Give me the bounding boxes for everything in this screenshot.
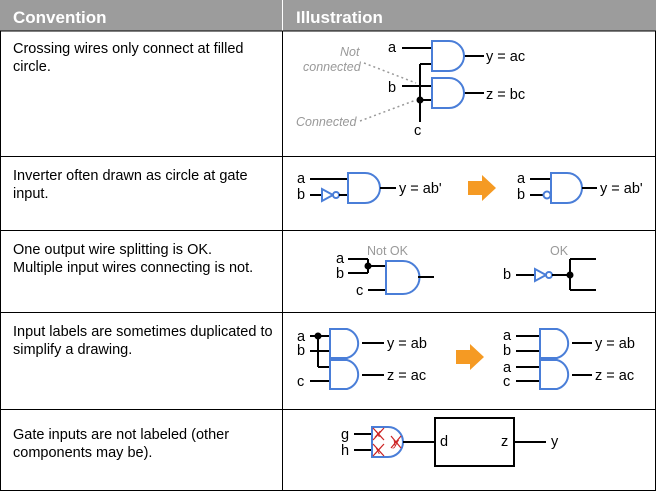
and-gate-icon <box>431 40 465 72</box>
input-label-g: g <box>341 427 349 443</box>
label-ok: OK <box>550 244 569 258</box>
output-label-y: y = ab' <box>399 181 442 197</box>
arrow-right-icon <box>468 175 496 201</box>
output-label-y: y <box>551 434 559 450</box>
input-label-b: b <box>503 343 511 359</box>
annotation-not-1: Not <box>340 45 360 59</box>
and-gate-icon <box>329 359 360 390</box>
and-gate-icon <box>431 77 465 109</box>
output-label-y: y = ab <box>595 336 635 352</box>
junction-dot-icon <box>566 271 574 279</box>
table-grid <box>0 30 656 491</box>
output-label-z: z = ac <box>387 368 426 384</box>
illustrations-svg: a b c y = ac z = bc Not connected Connec… <box>0 30 656 491</box>
output-label-z: z = ac <box>595 368 634 384</box>
output-label-y: y = ac <box>486 49 525 65</box>
input-label-a: a <box>517 171 526 187</box>
input-label-b: b <box>388 80 396 96</box>
row-3-illustration: Not OK OK a b c b <box>336 244 596 299</box>
junction-dot-icon <box>416 96 424 104</box>
arrow-right-icon <box>456 344 484 370</box>
component-output-label-z: z <box>501 434 508 450</box>
inverter-bubble-icon <box>545 271 553 279</box>
buffer-triangle-icon <box>321 187 336 203</box>
junction-dot-icon <box>364 262 372 270</box>
and-gate-icon <box>539 359 570 390</box>
inverter-bubble-icon <box>542 190 552 200</box>
input-label-a: a <box>297 171 306 187</box>
and-gate-icon <box>550 172 583 204</box>
junction-dot-icon <box>314 332 322 340</box>
input-label-h: h <box>341 443 349 459</box>
conventions-table: Convention Illustration Crossing wires o… <box>0 0 656 491</box>
row-4-illustration: a b c y = ab z = ac a b a c y = ab z = a… <box>297 328 635 390</box>
and-gate-icon <box>347 172 381 204</box>
input-label-a: a <box>503 328 512 344</box>
input-label-c: c <box>414 123 421 139</box>
input-label-b: b <box>297 343 305 359</box>
input-label-c: c <box>503 374 510 390</box>
input-label-b: b <box>517 187 525 203</box>
output-label-y: y = ab' <box>600 181 643 197</box>
input-label-c: c <box>297 374 304 390</box>
and-gate-icon <box>539 328 570 359</box>
input-label-a: a <box>336 251 345 267</box>
input-label-b: b <box>336 266 344 282</box>
annotation-not-2: connected <box>303 60 362 74</box>
output-label-z: z = bc <box>486 87 525 103</box>
row-5-illustration: g h x x y d z y <box>341 417 559 467</box>
annotation-line-connected <box>359 99 417 122</box>
and-gate-icon <box>329 328 360 359</box>
buffer-triangle-icon <box>534 267 549 283</box>
input-label-b: b <box>297 187 305 203</box>
annotation-connected: Connected <box>296 115 358 129</box>
input-label-a: a <box>388 40 397 56</box>
row-2-illustration: a b y = ab' a b y = ab' <box>297 171 643 204</box>
row-1-illustration: a b c y = ac z = bc Not connected Connec… <box>296 40 525 139</box>
label-not-ok: Not OK <box>367 244 409 258</box>
input-label-c: c <box>356 283 363 299</box>
and-gate-icon <box>385 260 421 295</box>
inverter-bubble-icon <box>332 191 340 199</box>
input-label-b: b <box>503 267 511 283</box>
output-label-y: y = ab <box>387 336 427 352</box>
component-input-label-d: d <box>440 434 448 450</box>
